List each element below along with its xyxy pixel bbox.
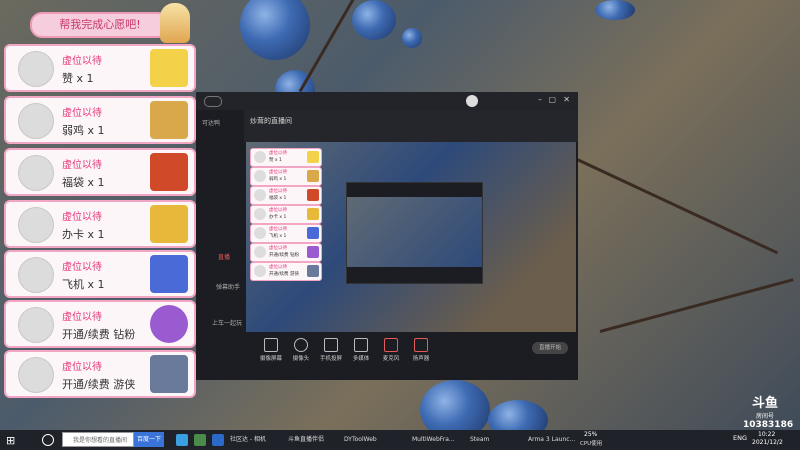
preview-card: 虚位以待 开通/续费 游侠: [250, 262, 322, 281]
sidebar-item-ride[interactable]: 上车一起玩: [212, 318, 242, 327]
card-gift-text: 飞机 x 1: [62, 278, 105, 291]
taskbar: ⊞ 我是你想看的直播间 百度一下 社区达 - 相机 斗鱼直播伴侣 DYToolW…: [0, 430, 800, 450]
plane-gift-icon: [150, 255, 188, 293]
preview-card: 虚位以待赞 x 1: [250, 148, 322, 167]
preview-card: 虚位以待 办卡 x 1: [250, 205, 322, 224]
clock-time[interactable]: 10:22: [758, 431, 775, 438]
minimize-icon[interactable]: –: [538, 95, 542, 104]
sidebar-item-danmaku[interactable]: 弹幕助手: [216, 282, 240, 291]
wish-card: 虚位以待 办卡 x 1: [4, 200, 196, 248]
card-name: 虚位以待: [62, 56, 102, 67]
clock-date[interactable]: 2021/12/2: [752, 439, 783, 446]
avatar: [18, 103, 54, 139]
wish-card: 虚位以待 福袋 x 1: [4, 148, 196, 196]
card-gift-text: 弱鸡 x 1: [62, 124, 105, 137]
app-titlebar: ✕ ▢ –: [196, 92, 578, 110]
windows-start-icon[interactable]: ⊞: [6, 434, 15, 447]
sidebar-item-label[interactable]: 可达鸭: [202, 118, 220, 127]
stream-title: 炒茸的直播间: [250, 117, 292, 125]
card-gift-text: 赞 x 1: [62, 72, 94, 85]
stream-info-bar: 炒茸的直播间: [244, 110, 578, 142]
cpu-usage: 25%: [584, 431, 598, 438]
card-name: 虚位以待: [62, 262, 102, 273]
avatar[interactable]: [466, 95, 478, 107]
taskbar-item[interactable]: 社区达 - 相机: [230, 433, 266, 447]
avatar: [18, 155, 54, 191]
card-gift-text: 开通/续费 游侠: [62, 378, 136, 391]
preview-card: 虚位以待 飞机 x 1: [250, 224, 322, 243]
diamond-fan-badge-icon: [150, 305, 188, 343]
room-label: 房间号: [755, 413, 774, 420]
taskbar-item[interactable]: DYToolWeb: [344, 433, 377, 447]
app-sidebar: 可达鸭 直播 弹幕助手 上车一起玩: [196, 110, 242, 380]
screen-capture-button[interactable]: 摄像屏幕: [256, 338, 286, 362]
avatar: [18, 51, 54, 87]
wish-card: 虚位以待 弱鸡 x 1: [4, 96, 196, 144]
card-gift-text: 办卡 x 1: [62, 228, 105, 241]
mascot-image: [160, 3, 190, 43]
taskbar-item[interactable]: 斗鱼直播伴侣: [288, 433, 324, 447]
start-live-button[interactable]: 直播开始: [532, 342, 568, 354]
wish-banner: 帮我完成心愿吧!: [30, 12, 170, 38]
douyu-room-badge: 斗鱼 房间号: [740, 392, 790, 420]
cortana-icon[interactable]: [42, 434, 54, 446]
wish-overlay: 帮我完成心愿吧! 虚位以待 赞 x 1 虚位以待 弱鸡 x 1 虚位以待 福袋 …: [0, 0, 200, 400]
avatar: [18, 307, 54, 343]
app-dropdown[interactable]: [204, 96, 222, 107]
app-icon[interactable]: [194, 434, 206, 446]
app-toolbar: 摄像屏幕 摄像头 手机投屏 多媒体 麦克风 扬声器 直播开始: [244, 332, 578, 380]
wish-card: 虚位以待 飞机 x 1: [4, 250, 196, 298]
avatar: [18, 207, 54, 243]
microphone-button[interactable]: 麦克风: [376, 338, 406, 362]
lucky-bag-gift-icon: [150, 153, 188, 191]
app-icon[interactable]: [212, 434, 224, 446]
card-name: 虚位以待: [62, 312, 102, 323]
sidebar-item-live[interactable]: 直播: [218, 252, 230, 261]
card-name: 虚位以待: [62, 160, 102, 171]
taskbar-item[interactable]: MultiWebFra...: [412, 433, 455, 447]
speaker-button[interactable]: 扬声器: [406, 338, 436, 362]
maximize-icon[interactable]: ▢: [548, 95, 556, 104]
taskbar-item[interactable]: Arma 3 Launc...: [528, 433, 575, 447]
wish-card: 虚位以待 开通/续费 游侠: [4, 350, 196, 398]
preview-card: 虚位以待 福袋 x 1: [250, 186, 322, 205]
wish-card: 虚位以待 开通/续费 钻粉: [4, 300, 196, 348]
nested-preview: [346, 182, 483, 284]
wish-card: 虚位以待 赞 x 1: [4, 44, 196, 92]
douyu-logo: 斗鱼: [751, 396, 778, 411]
search-input[interactable]: 我是你想看的直播间: [62, 432, 134, 447]
card-gift-icon: [150, 205, 188, 243]
cpu-label: CPU使用: [580, 441, 603, 447]
edge-icon[interactable]: [176, 434, 188, 446]
card-name: 虚位以待: [62, 212, 102, 223]
room-number: 10383186: [743, 420, 794, 430]
search-button[interactable]: 百度一下: [134, 432, 164, 447]
language-indicator[interactable]: ENG: [733, 434, 747, 442]
camera-button[interactable]: 摄像头: [286, 338, 316, 362]
close-icon[interactable]: ✕: [563, 95, 570, 104]
card-name: 虚位以待: [62, 362, 102, 373]
card-gift-text: 福袋 x 1: [62, 176, 105, 189]
ranger-badge-icon: [150, 355, 188, 393]
media-button[interactable]: 多媒体: [346, 338, 376, 362]
card-gift-text: 开通/续费 钻粉: [62, 328, 136, 341]
thumbs-up-gift-icon: [150, 49, 188, 87]
card-name: 虚位以待: [62, 108, 102, 119]
preview-card: 虚位以待 弱鸡 x 1: [250, 167, 322, 186]
stream-preview: 虚位以待赞 x 1 虚位以待 弱鸡 x 1 虚位以待 福袋 x 1 虚位以待 办卡 x…: [246, 142, 576, 337]
taskbar-item[interactable]: Steam: [470, 433, 489, 447]
chicken-gift-icon: [150, 101, 188, 139]
avatar: [18, 357, 54, 393]
avatar: [18, 257, 54, 293]
preview-card: 虚位以待 开通/续费 钻粉: [250, 243, 322, 262]
streaming-app-window: ✕ ▢ – 可达鸭 直播 弹幕助手 上车一起玩 炒茸的直播间 虚位以待赞 x 1…: [196, 92, 578, 380]
phone-cast-button[interactable]: 手机投屏: [316, 338, 346, 362]
